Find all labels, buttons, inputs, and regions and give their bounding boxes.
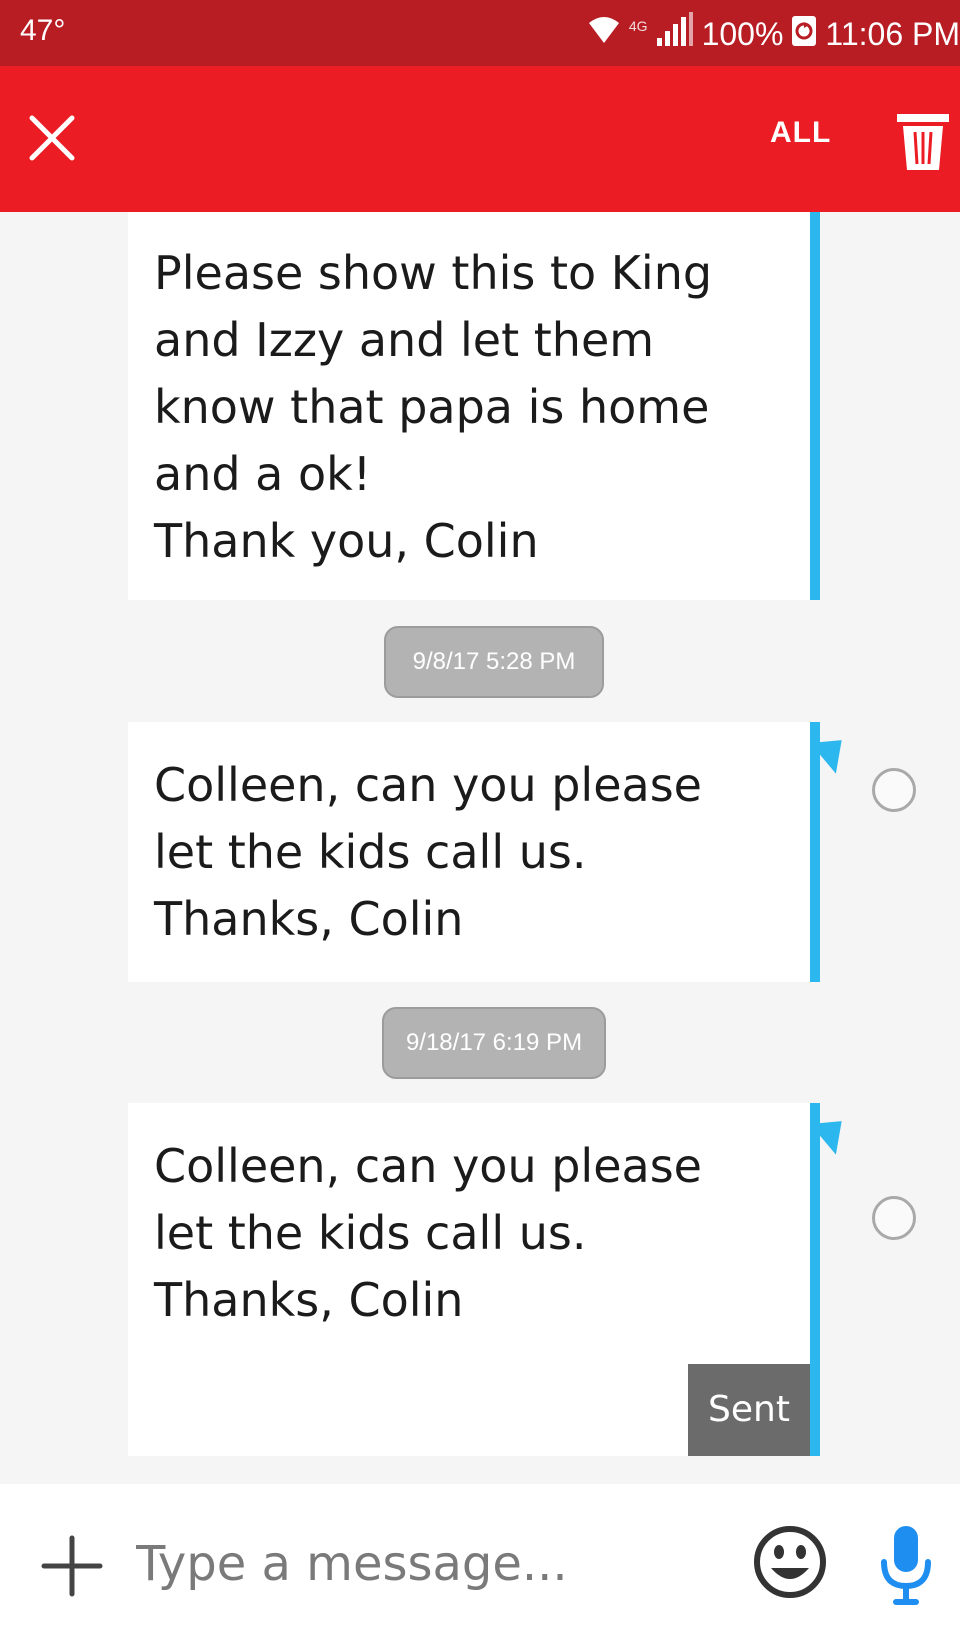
signal-icon [656, 12, 694, 56]
message-composer [0, 1484, 960, 1642]
clock-text: 11:06 PM [825, 15, 960, 52]
battery-text: 100% [701, 15, 784, 52]
timestamp-pill: 9/18/17 6:19 PM [382, 1007, 606, 1079]
temperature-text: 47° [20, 14, 66, 47]
timestamp-pill: 9/8/17 5:28 PM [384, 626, 604, 698]
message-text: Please show this to King and Izzy and le… [154, 246, 713, 568]
select-radio[interactable] [872, 768, 916, 812]
plus-icon [41, 1535, 103, 1597]
bubble-tail [810, 726, 856, 774]
voice-input-button[interactable] [874, 1522, 938, 1608]
selection-action-bar: ALL [0, 66, 960, 212]
emoji-icon [754, 1526, 826, 1598]
message-bubble[interactable]: Colleen, can you please let the kids cal… [128, 722, 856, 982]
message-text: Colleen, can you please let the kids cal… [154, 1139, 702, 1327]
message-bubble[interactable]: Colleen, can you please let the kids cal… [128, 1103, 856, 1456]
network-type-text: 4G [628, 18, 648, 34]
status-icons: 4G 100% 11:06 PM [587, 12, 960, 56]
select-all-button[interactable]: ALL [770, 116, 831, 150]
wifi-icon [587, 13, 621, 55]
message-input[interactable] [134, 1520, 738, 1608]
delete-button[interactable] [895, 108, 951, 174]
bubble-tail [810, 1107, 856, 1155]
trash-icon [897, 114, 949, 170]
message-bubble[interactable]: Please show this to King and Izzy and le… [128, 212, 820, 600]
emoji-button[interactable] [752, 1524, 828, 1600]
status-bar: 47° 4G 100% 11:06 PM [0, 0, 960, 66]
close-icon [29, 115, 75, 161]
sync-icon [791, 13, 817, 55]
select-radio[interactable] [872, 1196, 916, 1240]
microphone-icon [881, 1526, 931, 1605]
attach-button[interactable] [40, 1534, 104, 1598]
close-button[interactable] [20, 96, 84, 180]
message-text: Colleen, can you please let the kids cal… [154, 758, 702, 946]
sent-status-badge: Sent [688, 1364, 810, 1456]
